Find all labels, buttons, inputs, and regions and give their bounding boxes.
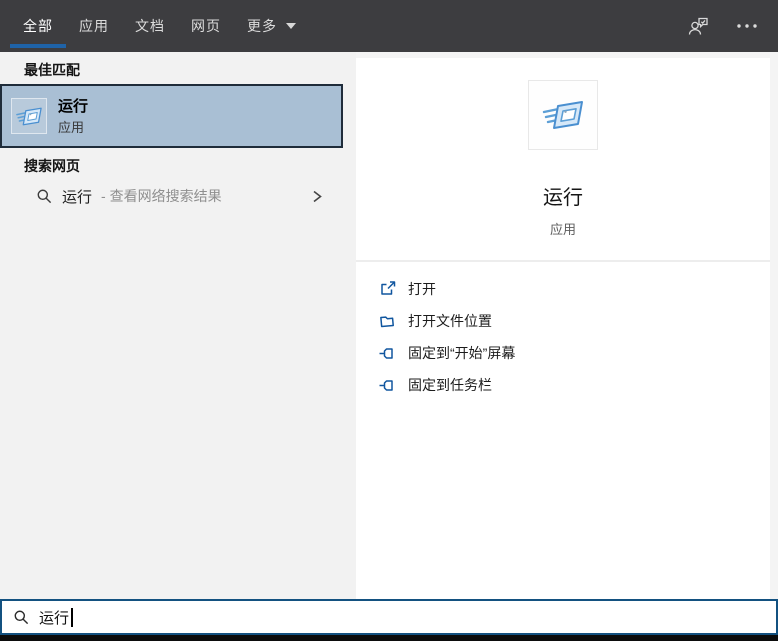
app-subtitle: 应用 (549, 222, 576, 237)
best-match-header: 最佳匹配 (24, 62, 80, 78)
topbar-right-icons (686, 0, 778, 52)
pin-icon (378, 344, 396, 362)
text-cursor (71, 607, 73, 627)
search-filter-bar: 全部 应用 文档 网页 更多 (0, 0, 778, 52)
tab-web[interactable]: 网页 (178, 0, 234, 52)
best-match-title: 运行 (58, 97, 89, 115)
action-open[interactable]: 打开 (356, 273, 770, 305)
best-match-item-run[interactable]: 运行 应用 (0, 84, 343, 148)
best-match-text: 运行 应用 (58, 97, 88, 136)
web-search-query: 运行 (62, 188, 93, 206)
tab-apps-label: 应用 (79, 18, 109, 34)
pin-icon (378, 376, 396, 394)
scrollbar-track[interactable] (770, 52, 778, 599)
tab-more[interactable]: 更多 (234, 0, 309, 52)
folder-icon (378, 312, 396, 330)
search-icon (36, 188, 53, 205)
tab-web-label: 网页 (191, 18, 221, 34)
tab-all-label: 全部 (23, 18, 53, 34)
user-feedback-icon[interactable] (686, 15, 710, 37)
tab-documents[interactable]: 文档 (122, 0, 178, 52)
web-search-suffix: - 查看网络搜索结果 (101, 188, 222, 204)
best-match-subtitle: 应用 (58, 119, 85, 135)
results-list-panel: 最佳匹配 运行 应用 搜索网页 运行 - 查看网络搜索结果 (0, 52, 356, 599)
action-pin-to-taskbar[interactable]: 固定到任务栏 (356, 369, 770, 401)
run-app-icon (11, 98, 47, 134)
search-input-value: 运行 (39, 609, 70, 627)
search-input[interactable]: 运行 (0, 599, 778, 635)
more-options-icon[interactable] (736, 23, 758, 29)
divider (356, 260, 770, 262)
tab-documents-label: 文档 (135, 18, 165, 34)
action-open-file-location[interactable]: 打开文件位置 (356, 305, 770, 337)
tab-apps[interactable]: 应用 (66, 0, 122, 52)
app-title: 运行 (543, 187, 583, 209)
chevron-down-icon (286, 23, 296, 29)
action-open-label: 打开 (408, 281, 436, 297)
run-app-icon-large (528, 80, 598, 150)
web-search-item[interactable]: 运行 - 查看网络搜索结果 (0, 178, 343, 214)
open-icon (378, 280, 396, 298)
search-icon (13, 609, 30, 626)
action-list: 打开 打开文件位置 固定到“开始”屏幕 固定到任务栏 (356, 273, 770, 401)
chevron-right-icon[interactable] (310, 189, 324, 204)
action-pin-to-start-label: 固定到“开始”屏幕 (408, 345, 516, 361)
app-hero: 运行 应用 (356, 80, 770, 238)
web-search-header: 搜索网页 (24, 158, 80, 174)
action-pin-to-taskbar-label: 固定到任务栏 (408, 377, 492, 393)
tab-all[interactable]: 全部 (10, 0, 66, 52)
action-open-file-location-label: 打开文件位置 (408, 313, 492, 329)
tab-more-label: 更多 (247, 18, 277, 34)
filter-tabs: 全部 应用 文档 网页 更多 (0, 0, 309, 52)
taskbar-edge (0, 635, 778, 641)
action-pin-to-start[interactable]: 固定到“开始”屏幕 (356, 337, 770, 369)
preview-panel: 运行 应用 打开 打开文件位置 固定到“开始”屏幕 固定到任务栏 (356, 52, 778, 599)
